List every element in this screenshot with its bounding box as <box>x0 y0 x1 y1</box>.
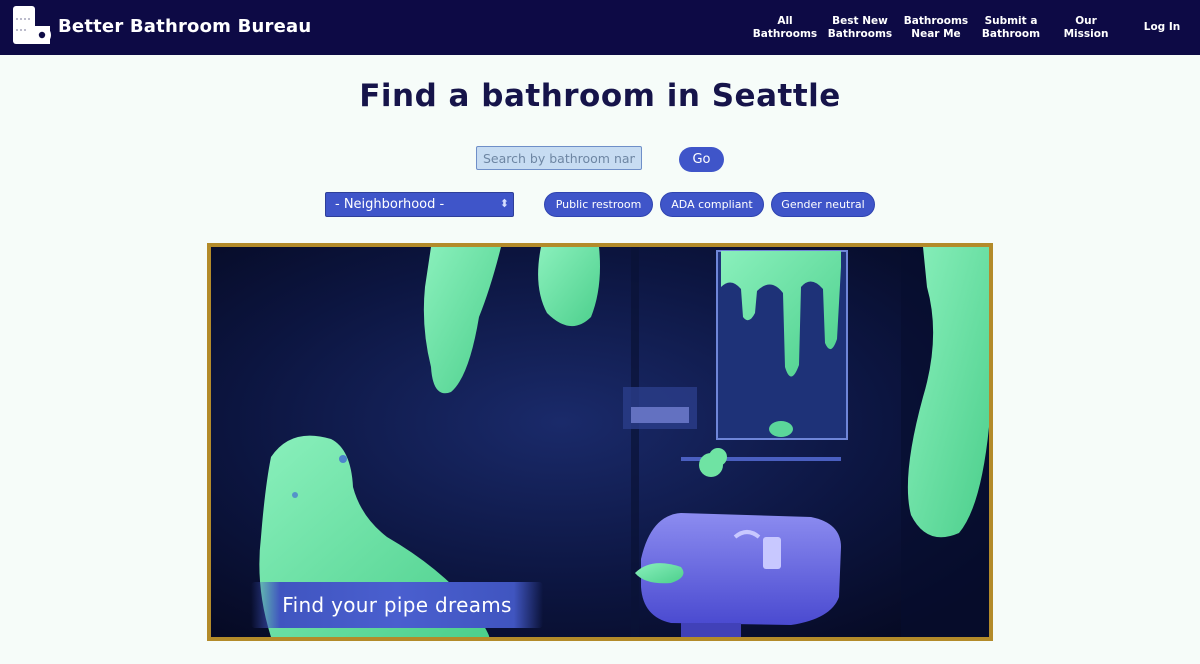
filter-gender-neutral[interactable]: Gender neutral <box>771 192 875 217</box>
slime-bathroom-photo <box>211 247 989 637</box>
chevron-updown-icon: ⬍ <box>499 197 509 210</box>
home-link[interactable]: Better Bathroom Bureau <box>12 6 311 46</box>
brand-name: Better Bathroom Bureau <box>58 15 312 37</box>
nav-all-bathrooms[interactable]: All Bathrooms <box>748 0 822 55</box>
filter-public-restroom[interactable]: Public restroom <box>544 192 653 217</box>
nav-submit-bathroom[interactable]: Submit a Bathroom <box>974 0 1048 55</box>
neighborhood-select[interactable]: - Neighborhood - ⬍ <box>325 192 514 217</box>
nav-our-mission[interactable]: Our Mission <box>1049 0 1123 55</box>
filter-ada-compliant[interactable]: ADA compliant <box>660 192 764 217</box>
hero-image: Find your pipe dreams <box>207 243 993 641</box>
nav-log-in[interactable]: Log In <box>1125 0 1199 55</box>
page-title: Find a bathroom in Seattle <box>359 78 841 114</box>
toilet-paper-icon <box>12 6 52 46</box>
go-button[interactable]: Go <box>679 147 724 172</box>
nav-best-new-bathrooms[interactable]: Best New Bathrooms <box>823 0 897 55</box>
search-input[interactable] <box>476 146 642 170</box>
nav-bathrooms-near-me[interactable]: Bathrooms Near Me <box>899 0 973 55</box>
top-nav: Better Bathroom Bureau All Bathrooms Bes… <box>0 0 1200 55</box>
pipe-dreams-button[interactable]: Find your pipe dreams <box>251 582 543 628</box>
neighborhood-select-value: - Neighborhood - <box>335 197 445 212</box>
